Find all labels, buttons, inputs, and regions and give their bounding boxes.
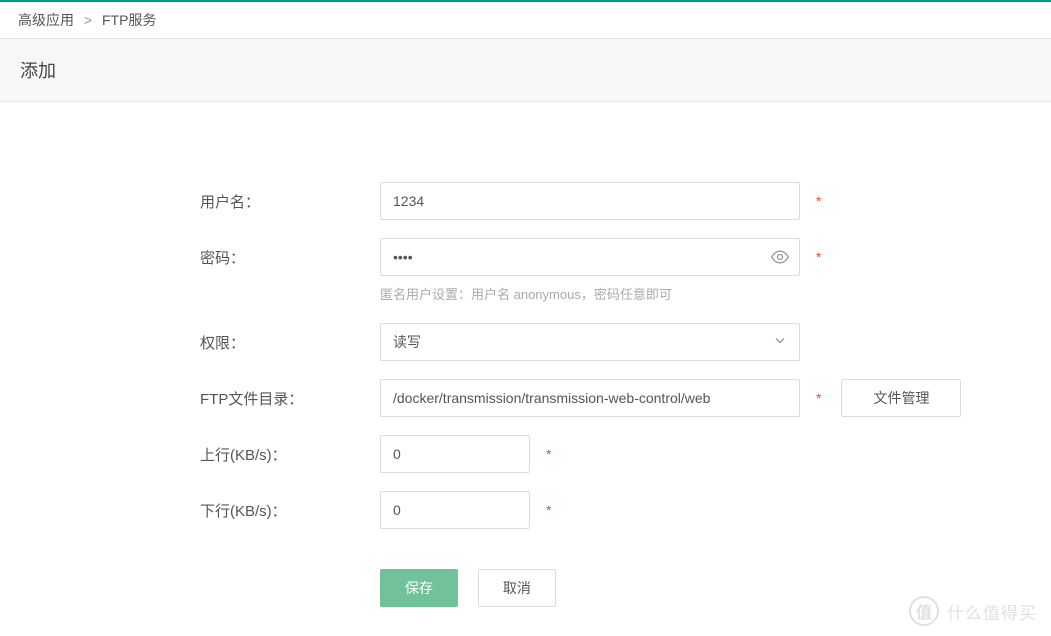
label-uplink: 上行(KB/s)：: [200, 444, 380, 465]
label-username: 用户名：: [200, 191, 380, 212]
eye-icon[interactable]: [770, 247, 790, 267]
row-username: 用户名： *: [200, 182, 1031, 220]
username-input[interactable]: [380, 182, 800, 220]
permission-selected: 读写: [393, 332, 421, 352]
required-mark: *: [816, 193, 821, 209]
label-password: 密码：: [200, 247, 380, 268]
required-mark: *: [546, 502, 551, 518]
password-input[interactable]: [380, 238, 800, 276]
row-uplink: 上行(KB/s)： *: [200, 435, 1031, 473]
page-title: 添加: [0, 39, 1051, 102]
watermark-badge: 值: [909, 596, 939, 626]
label-permission: 权限：: [200, 332, 380, 353]
password-hint: 匿名用户设置：用户名 anonymous，密码任意即可: [380, 284, 1031, 303]
row-password: 密码： *: [200, 238, 1031, 276]
watermark: 值 什么值得买: [909, 596, 1037, 626]
save-button[interactable]: 保存: [380, 569, 458, 607]
breadcrumb-level1[interactable]: 高级应用: [18, 12, 74, 28]
breadcrumb: 高级应用 > FTP服务: [0, 2, 1051, 39]
permission-select[interactable]: 读写: [380, 323, 800, 361]
watermark-text: 什么值得买: [947, 599, 1037, 624]
required-mark: *: [546, 446, 551, 462]
file-manage-button[interactable]: 文件管理: [841, 379, 961, 417]
breadcrumb-level2[interactable]: FTP服务: [102, 12, 156, 28]
uplink-input[interactable]: [380, 435, 530, 473]
breadcrumb-separator: >: [84, 12, 92, 28]
required-mark: *: [816, 249, 821, 265]
row-permission: 权限： 读写: [200, 323, 1031, 361]
ftp-dir-input[interactable]: [380, 379, 800, 417]
downlink-input[interactable]: [380, 491, 530, 529]
cancel-button[interactable]: 取消: [478, 569, 556, 607]
row-downlink: 下行(KB/s)： *: [200, 491, 1031, 529]
required-mark: *: [816, 390, 821, 406]
form-container: 用户名： * 密码： * 匿名用户设置：用户名 anonymous，密码任意即可: [0, 102, 1051, 627]
row-ftp-dir: FTP文件目录： * 文件管理: [200, 379, 1031, 417]
label-downlink: 下行(KB/s)：: [200, 500, 380, 521]
label-ftp-dir: FTP文件目录：: [200, 388, 380, 409]
